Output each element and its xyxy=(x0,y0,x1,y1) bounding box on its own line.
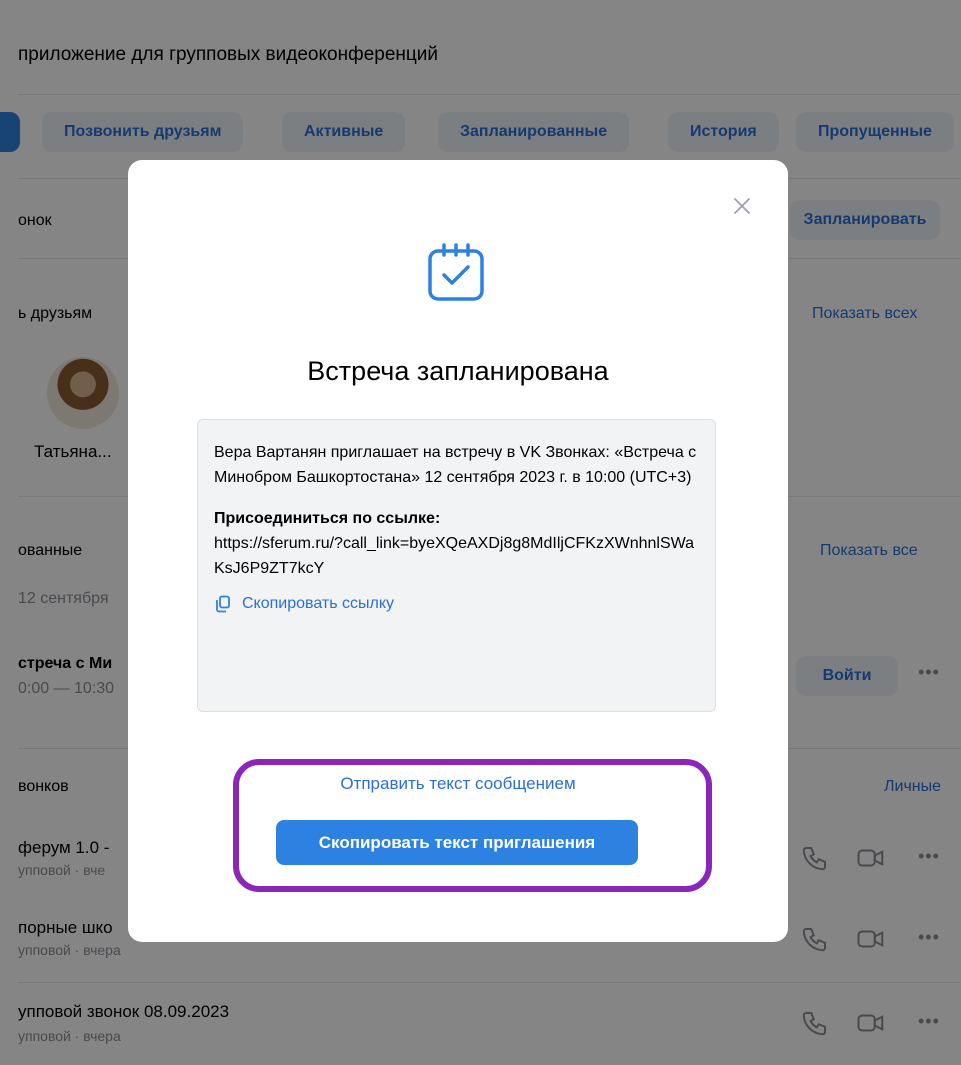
copy-icon xyxy=(216,595,230,612)
calendar-check-icon xyxy=(428,243,484,301)
copy-link-button[interactable]: Скопировать ссылку xyxy=(214,591,701,616)
join-label: Присоединиться по ссылке: xyxy=(214,510,441,527)
copy-link-label: Скопировать ссылку xyxy=(242,595,395,612)
dialog-title: Встреча запланирована xyxy=(307,356,609,386)
join-link[interactable]: https://sferum.ru/?call_link=byeXQeAXDj8… xyxy=(214,531,701,581)
highlight-annotation xyxy=(233,759,712,892)
invite-info-box: Вера Вартанян приглашает на встречу в VK… xyxy=(197,419,716,712)
invite-text: Вера Вартанян приглашает на встречу в VK… xyxy=(214,444,697,486)
close-icon[interactable] xyxy=(732,196,752,216)
